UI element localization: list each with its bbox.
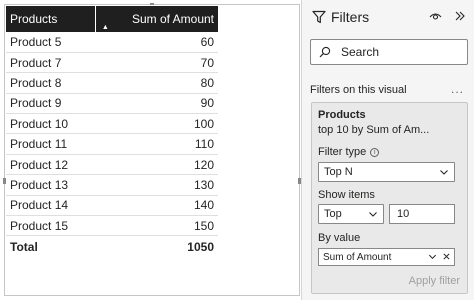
product-cell: Product 8 xyxy=(6,72,96,94)
table-row[interactable]: Product 11 110 xyxy=(6,133,218,155)
amount-cell: 150 xyxy=(95,215,218,237)
amount-cell: 120 xyxy=(95,154,218,176)
search-icon xyxy=(319,46,331,58)
table-row[interactable]: Product 5 60 xyxy=(6,32,218,53)
product-cell: Product 12 xyxy=(6,154,96,176)
filters-header: Filters xyxy=(312,9,369,25)
by-value-label: By value xyxy=(318,232,361,244)
show-items-direction-value: Top xyxy=(324,208,342,220)
product-cell: Product 9 xyxy=(6,93,96,115)
collapse-pane-icon[interactable] xyxy=(454,10,466,22)
by-value-field-well[interactable]: Sum of Amount xyxy=(318,248,455,266)
table-header-row: Products Sum of Amount ▲ xyxy=(6,6,218,32)
pane-header-actions xyxy=(429,10,466,22)
filters-pane: Filters Search Filters on this visual ..… xyxy=(301,0,474,300)
resize-handle-top[interactable] xyxy=(150,3,154,5)
table-row[interactable]: Product 15 150 xyxy=(6,215,218,237)
filter-funnel-icon xyxy=(312,10,326,24)
close-icon[interactable] xyxy=(442,252,451,261)
eye-icon[interactable] xyxy=(429,10,442,22)
table-row[interactable]: Product 12 120 xyxy=(6,154,218,176)
filter-type-label: Filter type xyxy=(318,146,367,158)
chevron-down-icon[interactable] xyxy=(428,252,437,261)
filter-type-dropdown[interactable]: Top N xyxy=(318,162,455,182)
report-canvas: Products Sum of Amount ▲ Product 5 60 Pro… xyxy=(0,0,301,300)
product-cell: Product 5 xyxy=(6,32,96,53)
info-icon[interactable]: i xyxy=(370,147,380,157)
apply-filter-button[interactable]: Apply filter xyxy=(409,275,460,287)
amount-cell: 70 xyxy=(95,52,218,74)
table-row[interactable]: Product 9 90 xyxy=(6,93,218,115)
column-header-amount[interactable]: Sum of Amount ▲ xyxy=(94,6,218,32)
total-row: Total 1050 xyxy=(6,235,218,258)
filter-card-summary: top 10 by Sum of Am... xyxy=(318,124,430,136)
sort-ascending-icon: ▲ xyxy=(101,24,109,31)
amount-cell: 100 xyxy=(95,113,218,135)
amount-cell: 60 xyxy=(95,32,218,53)
chevron-down-icon xyxy=(440,170,448,175)
product-cell: Product 13 xyxy=(6,174,96,196)
by-value-field: Sum of Amount xyxy=(323,251,392,263)
search-box[interactable]: Search xyxy=(310,39,468,65)
filter-type-value: Top N xyxy=(324,166,353,178)
filters-title: Filters xyxy=(331,9,370,25)
filter-card-title: Products xyxy=(318,109,366,121)
more-options-icon[interactable]: ... xyxy=(451,82,464,96)
show-items-count-value: 10 xyxy=(397,208,410,220)
amount-cell: 140 xyxy=(95,195,218,217)
amount-cell: 110 xyxy=(95,133,218,155)
product-cell: Product 11 xyxy=(6,133,96,155)
section-filters-on-visual: Filters on this visual xyxy=(310,84,407,96)
total-amount: 1050 xyxy=(95,235,218,258)
search-placeholder: Search xyxy=(341,45,380,59)
chevron-down-icon xyxy=(369,212,377,217)
show-items-label: Show items xyxy=(318,189,375,201)
show-items-direction-dropdown[interactable]: Top xyxy=(318,204,384,224)
product-cell: Product 7 xyxy=(6,52,96,74)
show-items-count-input[interactable]: 10 xyxy=(389,204,455,224)
table-row[interactable]: Product 7 70 xyxy=(6,52,218,74)
filter-card-products[interactable]: Products top 10 by Sum of Am... Filter t… xyxy=(311,102,468,294)
table-row[interactable]: Product 10 100 xyxy=(6,113,218,135)
product-cell: Product 14 xyxy=(6,195,96,217)
table-row[interactable]: Product 8 80 xyxy=(6,72,218,94)
amount-cell: 90 xyxy=(95,93,218,115)
table-row[interactable]: Product 14 140 xyxy=(6,195,218,217)
product-cell: Product 15 xyxy=(6,215,96,237)
amount-cell: 130 xyxy=(95,174,218,196)
column-header-amount-label: Sum of Amount xyxy=(131,12,214,26)
data-table: Products Sum of Amount ▲ Product 5 60 Pro… xyxy=(6,6,218,258)
filter-type-label-row: Filter type i xyxy=(318,146,380,158)
amount-cell: 80 xyxy=(95,72,218,94)
total-label: Total xyxy=(6,235,96,258)
column-header-products[interactable]: Products xyxy=(6,6,96,32)
table-visual[interactable]: Products Sum of Amount ▲ Product 5 60 Pro… xyxy=(3,3,301,296)
product-cell: Product 10 xyxy=(6,113,96,135)
table-row[interactable]: Product 13 130 xyxy=(6,174,218,196)
field-well-actions xyxy=(428,252,451,261)
